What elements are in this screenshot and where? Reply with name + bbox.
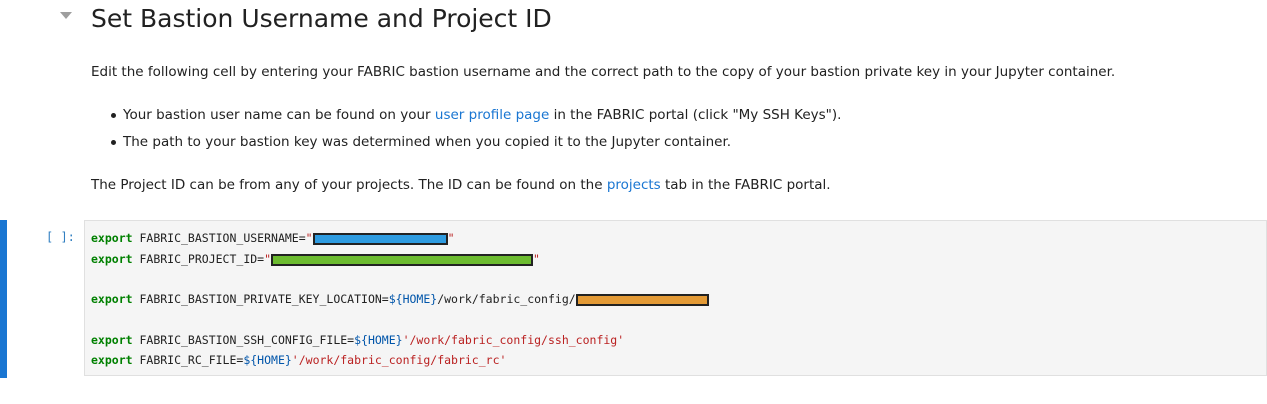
bullet-icon bbox=[111, 140, 116, 145]
variable-name: FABRIC_BASTION_USERNAME= bbox=[132, 231, 306, 245]
redacted-key-file bbox=[575, 293, 709, 306]
home-variable: ${HOME} bbox=[388, 292, 438, 306]
bullet-text: The path to your bastion key was determi… bbox=[123, 134, 732, 150]
section-heading: Set Bastion Username and Project ID bbox=[91, 4, 552, 33]
path-string: '/work/fabric_config/ssh_config' bbox=[402, 333, 625, 347]
keyword: export bbox=[91, 353, 133, 367]
collapse-caret-icon[interactable] bbox=[60, 12, 72, 19]
code-line: export FABRIC_RC_FILE=${HOME}'/work/fabr… bbox=[91, 352, 506, 368]
string-quote: " bbox=[305, 231, 313, 245]
list-item: Your bastion user name can be found on y… bbox=[91, 106, 841, 133]
code-line: export FABRIC_BASTION_PRIVATE_KEY_LOCATI… bbox=[91, 291, 709, 307]
variable-name: FABRIC_PROJECT_ID= bbox=[132, 252, 265, 266]
instruction-list: Your bastion user name can be found on y… bbox=[91, 106, 841, 160]
project-paragraph: The Project ID can be from any of your p… bbox=[91, 177, 831, 193]
home-variable: ${HOME} bbox=[354, 333, 403, 347]
paragraph-text: The Project ID can be from any of your p… bbox=[91, 177, 607, 193]
list-item: The path to your bastion key was determi… bbox=[91, 133, 841, 160]
redacted-project-id bbox=[271, 253, 534, 266]
user-profile-link[interactable]: user profile page bbox=[435, 107, 549, 123]
bullet-icon bbox=[111, 113, 116, 118]
variable-name: FABRIC_BASTION_SSH_CONFIG_FILE= bbox=[132, 333, 355, 347]
paragraph-text: tab in the FABRIC portal. bbox=[660, 177, 831, 193]
notebook-page: Set Bastion Username and Project ID Edit… bbox=[0, 0, 1267, 404]
path-string: '/work/fabric_config/fabric_rc' bbox=[291, 353, 507, 367]
active-cell-indicator[interactable] bbox=[0, 220, 7, 378]
path-text: /work/fabric_config/ bbox=[437, 292, 576, 306]
keyword: export bbox=[91, 333, 133, 347]
redacted-username bbox=[312, 232, 448, 245]
bullet-text: in the FABRIC portal (click "My SSH Keys… bbox=[549, 107, 842, 123]
projects-link[interactable]: projects bbox=[607, 177, 661, 193]
cell-prompt: [ ]: bbox=[46, 230, 75, 244]
variable-name: FABRIC_RC_FILE= bbox=[132, 353, 244, 367]
intro-paragraph: Edit the following cell by entering your… bbox=[91, 64, 1116, 80]
code-editor[interactable]: export FABRIC_BASTION_USERNAME=" " export… bbox=[84, 220, 1267, 376]
string-quote: " bbox=[447, 231, 455, 245]
keyword: export bbox=[91, 231, 133, 245]
code-line: export FABRIC_BASTION_USERNAME=" " bbox=[91, 230, 455, 246]
variable-name: FABRIC_BASTION_PRIVATE_KEY_LOCATION= bbox=[132, 292, 389, 306]
keyword: export bbox=[91, 292, 133, 306]
bullet-text: Your bastion user name can be found on y… bbox=[123, 107, 435, 123]
code-line: export FABRIC_BASTION_SSH_CONFIG_FILE=${… bbox=[91, 332, 624, 348]
string-quote: " bbox=[264, 252, 272, 266]
code-line: export FABRIC_PROJECT_ID=" " bbox=[91, 251, 540, 267]
home-variable: ${HOME} bbox=[243, 353, 292, 367]
string-quote: " bbox=[533, 252, 540, 266]
keyword: export bbox=[91, 252, 133, 266]
